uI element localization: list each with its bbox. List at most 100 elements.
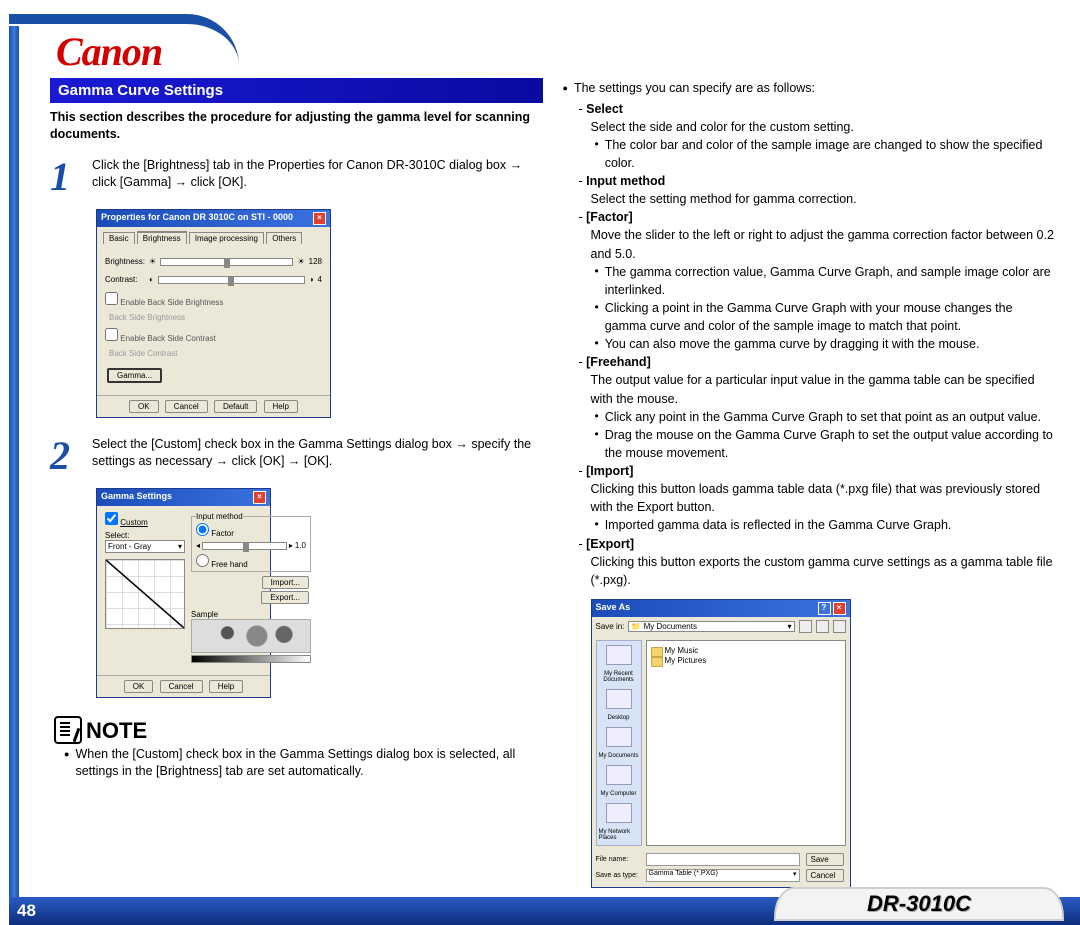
save-button[interactable]: Save — [806, 853, 844, 866]
checkbox-backside-contrast[interactable] — [105, 328, 118, 341]
contrast-value: 4 — [318, 275, 322, 284]
cancel-button[interactable]: Cancel — [165, 400, 208, 413]
select-label: Select: — [105, 531, 185, 540]
gamma-button[interactable]: Gamma... — [107, 368, 162, 383]
note-label: NOTE — [86, 718, 147, 744]
opt-import-desc: Clicking this button loads gamma table d… — [591, 480, 1056, 516]
ok-button[interactable]: OK — [124, 680, 154, 693]
sample-label: Sample — [191, 610, 311, 619]
note-heading: NOTE — [50, 716, 543, 744]
export-button[interactable]: Export... — [261, 591, 309, 604]
input-method-legend: Input method — [196, 512, 243, 521]
close-icon[interactable]: × — [253, 491, 266, 504]
opt-freehand-b2: Drag the mouse on the Gamma Curve Graph … — [595, 426, 1056, 462]
backside-contrast-label: Back Side Contrast — [109, 349, 322, 358]
savein-label: Save in: — [596, 622, 625, 631]
views-icon[interactable] — [833, 620, 846, 633]
places-bar: My Recent Documents Desktop My Documents… — [596, 640, 642, 846]
opt-input-method: Input method — [586, 174, 665, 188]
contrast-slider[interactable] — [158, 276, 305, 284]
help-button[interactable]: Help — [264, 400, 298, 413]
place-recent[interactable] — [606, 645, 632, 665]
model-badge: DR-3010C — [774, 887, 1064, 921]
tab-basic[interactable]: Basic — [103, 232, 135, 244]
step-2: 2 Select the [Custom] check box in the G… — [50, 436, 543, 476]
factor-radio[interactable] — [196, 523, 209, 536]
place-desktop[interactable] — [606, 689, 632, 709]
page-footer: 48 DR-3010C — [9, 881, 1080, 925]
note-icon — [54, 716, 82, 744]
new-folder-icon[interactable] — [816, 620, 829, 633]
custom-checkbox[interactable] — [105, 512, 118, 525]
step-1: 1 Click the [Brightness] tab in the Prop… — [50, 157, 543, 197]
close-icon[interactable]: × — [313, 212, 326, 225]
sample-image — [191, 619, 311, 653]
cancel-button[interactable]: Cancel — [806, 869, 844, 882]
savetype-label: Save as type: — [596, 872, 642, 879]
close-icon[interactable]: × — [833, 602, 846, 615]
figure-save-as-dialog: Save As ? × Save in: 📁 My Documents▾ My … — [591, 599, 1056, 888]
figure-properties-dialog: Properties for Canon DR 3010C on STI - 0… — [96, 209, 543, 418]
dialog-title: Save As — [596, 602, 631, 615]
opt-factor-b1: The gamma correction value, Gamma Curve … — [595, 263, 1056, 299]
help-icon[interactable]: ? — [818, 602, 831, 615]
opt-factor-desc: Move the slider to the left or right to … — [591, 226, 1056, 262]
savein-combo[interactable]: 📁 My Documents▾ — [628, 621, 794, 632]
right-intro: The settings you can specify are as foll… — [563, 80, 1056, 98]
figure-gamma-settings-dialog: Gamma Settings × Custom Select: Front - … — [96, 488, 543, 698]
folder-item[interactable]: My Pictures — [651, 656, 841, 665]
contrast-label: Contrast: — [105, 275, 145, 284]
opt-select-b1: The color bar and color of the sample im… — [595, 136, 1056, 172]
opt-export: [Export] — [586, 537, 634, 551]
opt-factor: [Factor] — [586, 210, 633, 224]
opt-freehand-desc: The output value for a particular input … — [591, 371, 1056, 407]
opt-select-desc: Select the side and color for the custom… — [591, 118, 1056, 136]
opt-import-b1: Imported gamma data is reflected in the … — [595, 516, 1056, 534]
dialog-title: Properties for Canon DR 3010C on STI - 0… — [101, 212, 293, 225]
place-network[interactable] — [606, 803, 632, 823]
canon-logo: Canon — [56, 28, 162, 75]
dialog-title: Gamma Settings — [101, 491, 172, 504]
tab-brightness[interactable]: Brightness — [137, 231, 187, 244]
brightness-slider[interactable] — [160, 258, 293, 266]
opt-factor-b3: You can also move the gamma curve by dra… — [595, 335, 1056, 353]
place-mydocs[interactable] — [606, 727, 632, 747]
factor-slider[interactable] — [202, 542, 287, 550]
brightness-value: 128 — [309, 257, 322, 266]
savetype-combo[interactable]: Gamma Table (*.PXG)▾ — [646, 869, 800, 882]
section-intro: This section describes the procedure for… — [50, 109, 543, 143]
filename-label: File name: — [596, 856, 642, 863]
opt-select: Select — [586, 102, 623, 116]
gamma-curve-graph[interactable] — [105, 559, 185, 629]
opt-export-desc: Clicking this button exports the custom … — [591, 553, 1056, 589]
tab-image-processing[interactable]: Image processing — [189, 232, 264, 244]
brightness-label: Brightness: — [105, 257, 145, 266]
up-folder-icon[interactable] — [799, 620, 812, 633]
tab-others[interactable]: Others — [266, 232, 302, 244]
default-button[interactable]: Default — [214, 400, 257, 413]
section-title-bar: Gamma Curve Settings — [50, 78, 543, 103]
help-button[interactable]: Help — [209, 680, 243, 693]
opt-input-desc: Select the setting method for gamma corr… — [591, 190, 1056, 208]
step-number: 2 — [50, 436, 78, 476]
file-listing[interactable]: My Music My Pictures — [646, 640, 846, 846]
import-button[interactable]: Import... — [262, 576, 309, 589]
frame-left-border — [9, 26, 19, 925]
note-bullet: When the [Custom] check box in the Gamma… — [64, 746, 543, 781]
backside-brightness-label: Back Side Brightness — [109, 313, 322, 322]
step-number: 1 — [50, 157, 78, 197]
cancel-button[interactable]: Cancel — [160, 680, 203, 693]
select-combo[interactable]: Front - Gray▾ — [105, 540, 185, 553]
step-text: Click the [Brightness] tab in the Proper… — [92, 157, 543, 197]
filename-input[interactable] — [646, 853, 800, 866]
folder-item[interactable]: My Music — [651, 646, 841, 655]
place-mycomputer[interactable] — [606, 765, 632, 785]
step-text: Select the [Custom] check box in the Gam… — [92, 436, 543, 476]
opt-freehand-b1: Click any point in the Gamma Curve Graph… — [595, 408, 1056, 426]
page-number: 48 — [17, 901, 36, 921]
opt-factor-b2: Clicking a point in the Gamma Curve Grap… — [595, 299, 1056, 335]
opt-freehand: [Freehand] — [586, 355, 651, 369]
freehand-radio[interactable] — [196, 554, 209, 567]
ok-button[interactable]: OK — [129, 400, 159, 413]
checkbox-backside-brightness[interactable] — [105, 292, 118, 305]
